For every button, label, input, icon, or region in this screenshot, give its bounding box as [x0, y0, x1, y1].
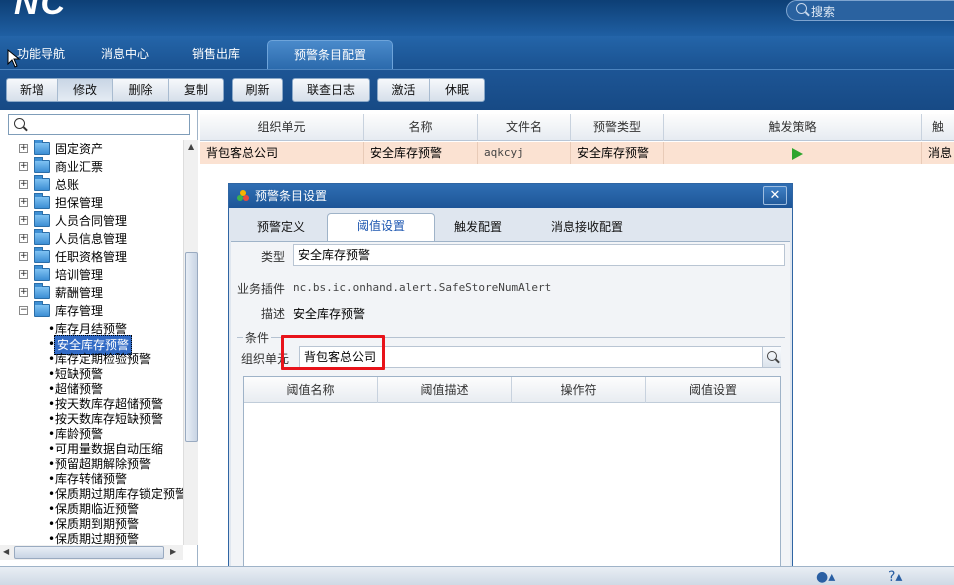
scroll-left-icon[interactable]: ◀	[3, 547, 9, 556]
dialog-body: 类型 安全库存预警 业务插件 nc.bs.ic.onhand.alert.Saf…	[231, 241, 790, 585]
edit-button-group: 新增 修改 删除 复制	[6, 78, 224, 102]
user-icon[interactable]: ●▴	[816, 569, 835, 585]
folder-icon	[34, 283, 50, 299]
folder-icon	[34, 140, 50, 155]
modify-button[interactable]: 修改	[58, 79, 113, 101]
cell-name: 安全库存预警	[364, 142, 478, 164]
query-log-button[interactable]: 联查日志	[293, 79, 369, 101]
description-value: 安全库存预警	[293, 307, 366, 321]
cell-org: 背包客总公司	[200, 142, 364, 164]
folder-icon	[34, 211, 50, 227]
folder-icon	[34, 193, 50, 209]
folder-icon	[34, 247, 50, 263]
play-icon[interactable]	[792, 148, 803, 160]
activate-button[interactable]: 激活	[378, 79, 430, 101]
tab-alert-config[interactable]: 预警条目配置	[267, 40, 393, 69]
delete-button[interactable]: 删除	[113, 79, 169, 101]
action-toolbar: 新增 修改 删除 复制 刷新 联查日志 激活 休眠	[0, 69, 954, 110]
expand-icon[interactable]: +	[19, 234, 28, 243]
lookup-button[interactable]	[762, 347, 781, 367]
tab-message-receiver-config[interactable]: 消息接收配置	[521, 215, 653, 240]
table-row[interactable]: 背包客总公司 安全库存预警 aqkcyj 安全库存预警 消息	[200, 142, 954, 164]
column-threshold-value[interactable]: 阈值设置	[646, 377, 780, 403]
expand-icon[interactable]: +	[19, 270, 28, 279]
refresh-button[interactable]: 刷新	[233, 79, 282, 101]
expand-icon[interactable]: +	[19, 288, 28, 297]
top-header: NC 搜索	[0, 0, 954, 36]
expand-icon[interactable]: +	[19, 144, 28, 153]
module-tree: + 固定资产 + 商业汇票 + 总账 + 担保管理 + 人员合同管理 + 人员信息管理 + 任…	[19, 140, 183, 545]
type-field[interactable]: 安全库存预警	[293, 244, 785, 266]
folder-icon	[34, 175, 50, 191]
column-trigger-more[interactable]: 触	[922, 114, 954, 141]
scroll-thumb[interactable]	[185, 252, 198, 442]
expand-icon[interactable]: +	[19, 216, 28, 225]
tab-threshold-settings[interactable]: 阈值设置	[327, 213, 435, 241]
close-icon[interactable]: ✕	[763, 186, 787, 205]
refresh-button-group: 刷新	[232, 78, 283, 102]
plugin-value: nc.bs.ic.onhand.alert.SafeStoreNumAlert	[293, 281, 552, 294]
collapse-icon[interactable]: −	[19, 306, 28, 315]
sleep-button[interactable]: 休眠	[430, 79, 484, 101]
red-highlight-box	[281, 335, 385, 370]
dialog-title[interactable]: 预警条目设置	[229, 184, 792, 208]
search-icon[interactable]	[796, 3, 807, 14]
column-name[interactable]: 名称	[364, 114, 478, 141]
tab-sales-outbound[interactable]: 销售出库	[176, 40, 256, 69]
folder-open-icon	[34, 301, 50, 317]
main-tab-bar: 功能导航 消息中心 销售出库 预警条目配置	[0, 36, 954, 69]
dialog-tabs: 预警定义 阈值设置 触发配置 消息接收配置	[231, 213, 790, 241]
column-file-name[interactable]: 文件名	[478, 114, 571, 141]
plugin-label: 业务插件	[237, 282, 286, 296]
column-trigger-strategy[interactable]: 触发策略	[664, 114, 922, 141]
type-label: 类型	[261, 250, 286, 264]
grid-header: 组织单元 名称 文件名 预警类型 触发策略 触	[200, 114, 954, 141]
scroll-up-icon[interactable]: ▲	[188, 142, 194, 151]
cell-file: aqkcyj	[478, 142, 571, 164]
search-icon	[767, 351, 777, 361]
tree-search-input[interactable]	[8, 114, 190, 135]
column-threshold-desc[interactable]: 阈值描述	[378, 377, 512, 403]
threshold-table: 阈值名称 阈值描述 操作符 阈值设置	[243, 376, 781, 569]
column-threshold-name[interactable]: 阈值名称	[244, 377, 378, 403]
cell-trigger-more: 消息	[928, 146, 953, 160]
tab-trigger-config[interactable]: 触发配置	[435, 215, 521, 240]
search-icon	[14, 118, 25, 129]
nc-logo: NC	[14, 0, 68, 22]
column-operator[interactable]: 操作符	[512, 377, 646, 403]
threshold-table-header: 阈值名称 阈值描述 操作符 阈值设置	[244, 377, 780, 403]
expand-icon[interactable]: +	[19, 252, 28, 261]
tree-horizontal-scrollbar[interactable]: ◀ ▶	[0, 545, 183, 560]
alert-item-settings-dialog: 预警条目设置 ✕ 预警定义 阈值设置 触发配置 消息接收配置 类型 安全库存预警…	[228, 183, 793, 585]
add-button[interactable]: 新增	[7, 79, 58, 101]
status-bar: ●▴ ?▴	[0, 566, 954, 585]
expand-icon[interactable]: +	[19, 198, 28, 207]
scroll-thumb[interactable]	[14, 546, 164, 559]
tree-vertical-scrollbar[interactable]: ▲	[183, 140, 198, 545]
mouse-cursor-icon	[7, 48, 21, 68]
description-label: 描述	[261, 307, 286, 321]
status-button-group: 激活 休眠	[377, 78, 485, 102]
scroll-right-icon[interactable]: ▶	[170, 547, 176, 556]
column-alert-type[interactable]: 预警类型	[571, 114, 664, 141]
copy-button[interactable]: 复制	[169, 79, 223, 101]
expand-icon[interactable]: +	[19, 162, 28, 171]
cell-type: 安全库存预警	[571, 142, 664, 164]
folder-icon	[34, 265, 50, 281]
help-icon[interactable]: ?▴	[888, 569, 902, 585]
expand-icon[interactable]: +	[19, 180, 28, 189]
global-search-input[interactable]: 搜索	[786, 0, 954, 21]
log-button-group: 联查日志	[292, 78, 370, 102]
tab-alert-definition[interactable]: 预警定义	[235, 215, 327, 240]
folder-icon	[34, 229, 50, 245]
condition-label: 条件	[243, 329, 272, 346]
tab-message-center[interactable]: 消息中心	[86, 40, 164, 69]
app-icon	[237, 190, 249, 201]
column-org-unit[interactable]: 组织单元	[200, 114, 364, 141]
folder-icon	[34, 157, 50, 173]
